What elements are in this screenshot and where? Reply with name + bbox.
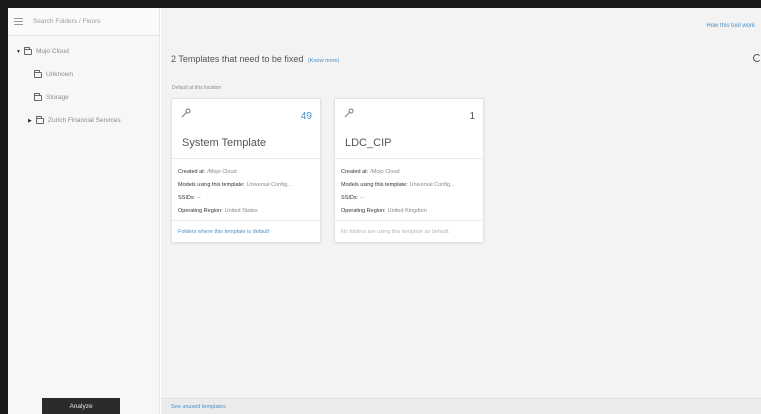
created-value: /Mojo Cloud: [370, 168, 400, 175]
hamburger-icon[interactable]: [14, 18, 23, 25]
tree-item-label: Zurich Financial Services: [48, 117, 121, 124]
tree-item-mojo-cloud[interactable]: ▼ Mojo Cloud: [8, 40, 159, 63]
template-card[interactable]: 1 LDC_CIP Created at:/Mojo Cloud Models …: [334, 98, 484, 243]
analyze-button[interactable]: Analyze: [42, 398, 120, 414]
folder-icon: [36, 115, 44, 124]
default-location-label: Default at this location: [172, 85, 222, 91]
region-row: Operating Region: United Kingdom: [335, 204, 483, 217]
main-footer: See unused templates: [161, 398, 761, 414]
card-footer: Folders where this template is default: [172, 220, 320, 242]
card-details: Created at:/Mojo Cloud Models using this…: [172, 159, 320, 217]
know-more-link[interactable]: (Know more): [308, 58, 339, 64]
folder-icon: [34, 69, 42, 78]
card-details: Created at:/Mojo Cloud Models using this…: [335, 159, 483, 217]
ssids-label: SSIDs:: [341, 194, 359, 201]
template-title: System Template: [182, 137, 267, 149]
search-row: [8, 8, 159, 36]
unused-templates-link[interactable]: See unused templates: [171, 404, 226, 410]
collapse-triangle-icon[interactable]: ▶: [28, 118, 36, 124]
template-title: LDC_CIP: [345, 137, 392, 149]
ssids-value: --: [197, 194, 201, 201]
folder-tree: ▼ Mojo Cloud Unknown Storage ▶ Zurich Fi…: [8, 36, 159, 132]
tree-item-label: Mojo Cloud: [36, 48, 69, 55]
heading-text: 2 Templates that need to be fixed: [171, 54, 304, 64]
models-value: Universal Config...: [409, 181, 455, 188]
ssids-label: SSIDs:: [178, 194, 196, 201]
folder-icon: [24, 46, 32, 55]
card-header: 1 LDC_CIP: [335, 99, 483, 159]
sidebar: ▼ Mojo Cloud Unknown Storage ▶ Zurich Fi…: [8, 8, 160, 414]
created-label: Created at:: [341, 168, 369, 175]
wrench-icon: [344, 108, 354, 118]
expand-triangle-icon[interactable]: ▼: [16, 49, 24, 55]
models-label: Models using this template:: [178, 181, 245, 188]
ssids-value: --: [360, 194, 364, 201]
default-folders-link[interactable]: Folders where this template is default: [178, 229, 269, 235]
region-label: Operating Region:: [178, 207, 223, 214]
created-label: Created at:: [178, 168, 206, 175]
ssids-row: SSIDs: --: [335, 191, 483, 204]
tree-item-label: Unknown: [46, 71, 74, 78]
template-count: 1: [469, 111, 475, 122]
region-value: United States: [224, 207, 258, 214]
region-row: Operating Region: United States: [172, 204, 320, 217]
refresh-icon[interactable]: [753, 54, 761, 62]
models-row: Models using this template: Universal Con…: [172, 178, 320, 191]
no-default-folders-text: No folders are using this template as de…: [341, 228, 450, 235]
help-link[interactable]: How this tool work: [706, 23, 755, 29]
folder-icon: [34, 92, 42, 101]
models-row: Models using this template: Universal Con…: [335, 178, 483, 191]
models-value: Universal Config...: [246, 181, 292, 188]
ssids-row: SSIDs: --: [172, 191, 320, 204]
window-top-border: [0, 0, 761, 8]
tree-item-storage[interactable]: Storage: [8, 86, 159, 109]
created-row: Created at:/Mojo Cloud: [335, 165, 483, 178]
region-value: United Kingdom: [387, 207, 427, 214]
search-input[interactable]: [33, 18, 153, 25]
template-count[interactable]: 49: [301, 111, 312, 122]
tree-item-unknown[interactable]: Unknown: [8, 63, 159, 86]
app-window: ▼ Mojo Cloud Unknown Storage ▶ Zurich Fi…: [0, 0, 761, 414]
created-value: /Mojo Cloud: [207, 168, 237, 175]
main-panel: How this tool work 2 Templates that need…: [161, 8, 761, 414]
window-left-border: [0, 0, 8, 414]
wrench-icon: [181, 108, 191, 118]
card-footer: No folders are using this template as de…: [335, 220, 483, 242]
region-label: Operating Region:: [341, 207, 386, 214]
tree-item-zurich[interactable]: ▶ Zurich Financial Services: [8, 109, 159, 132]
template-card[interactable]: 49 System Template Created at:/Mojo Clou…: [171, 98, 321, 243]
card-header: 49 System Template: [172, 99, 320, 159]
page-heading: 2 Templates that need to be fixed (Know …: [171, 54, 339, 64]
created-row: Created at:/Mojo Cloud: [172, 165, 320, 178]
tree-item-label: Storage: [46, 94, 69, 101]
models-label: Models using this template:: [341, 181, 408, 188]
